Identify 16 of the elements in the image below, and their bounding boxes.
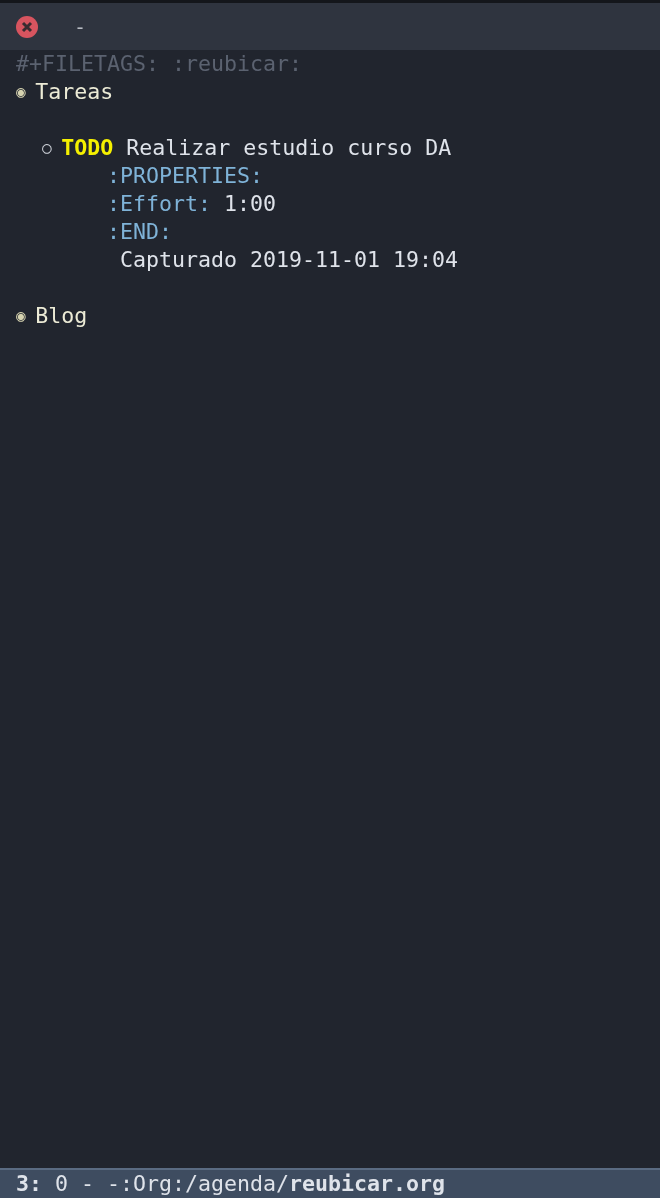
todo-keyword: TODO (61, 134, 114, 162)
heading-bullet[interactable]: ◉ (16, 302, 36, 330)
drawer-end: :END: (107, 218, 172, 246)
filetags-line: #+FILETAGS: :reubicar: (16, 50, 302, 78)
drawer-start: :PROPERTIES: (107, 162, 263, 190)
property-key: :Effort: (107, 190, 211, 218)
heading-bullet[interactable]: ◉ (16, 78, 36, 106)
entry-body: Capturado 2019-11-01 19:04 (120, 246, 458, 274)
mode-line-text: 3: 0 - -:Org:/agenda/reubicar.org (16, 1171, 446, 1196)
heading-title: Blog (35, 302, 88, 330)
heading-title: Tareas (35, 78, 114, 106)
subheading-bullet[interactable]: ○ (42, 134, 62, 162)
property-value: 1:00 (224, 190, 277, 218)
window-title: - (74, 14, 87, 39)
close-icon[interactable] (16, 15, 38, 38)
subheading-title: Realizar estudio curso DA (126, 134, 452, 162)
